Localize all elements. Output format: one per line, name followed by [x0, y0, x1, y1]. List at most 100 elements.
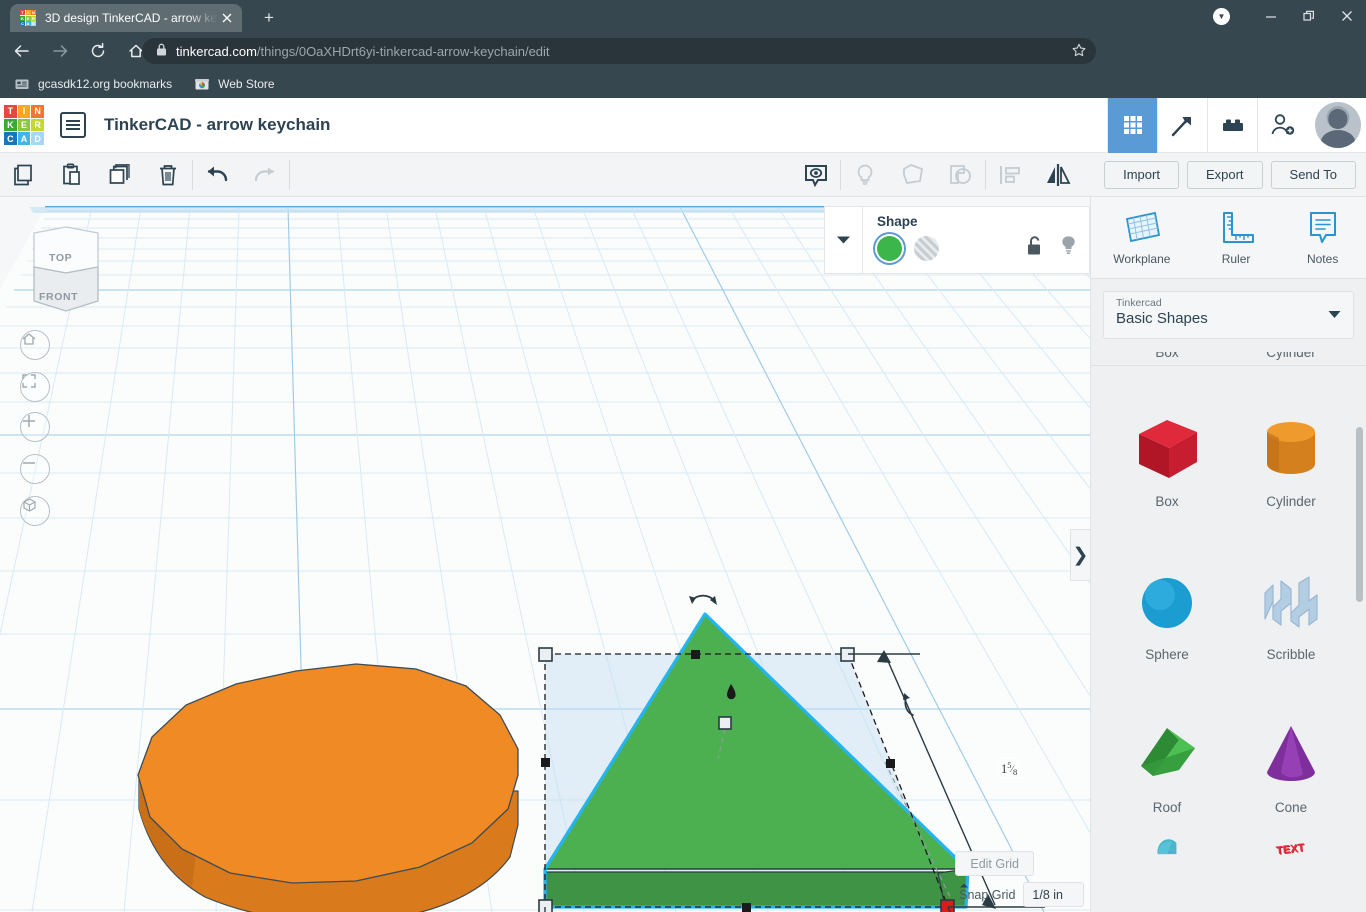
lightbulb-icon[interactable] — [1060, 235, 1077, 261]
import-button[interactable]: Import — [1104, 160, 1179, 189]
shape-roof[interactable]: Roof — [1105, 672, 1229, 825]
restore-button[interactable] — [1290, 0, 1328, 32]
browser-navbar: tinkercad.com/things/0OaXHDrt6yi-tinkerc… — [0, 32, 1366, 92]
shape-cylinder[interactable]: Cylinder — [1229, 366, 1353, 519]
undo-icon[interactable] — [193, 153, 241, 197]
shape-label: Cylinder — [1266, 494, 1316, 509]
profile-chevron-badge[interactable]: ▼ — [1213, 7, 1230, 25]
tab-title: 3D design TinkerCAD - arrow key — [45, 11, 218, 25]
ruler-tool-label: Ruler — [1221, 252, 1251, 266]
window-controls: ▼ — [1213, 0, 1366, 32]
new-tab-button[interactable]: + — [256, 7, 282, 29]
codeblocks-tab[interactable] — [1157, 97, 1207, 153]
shape-properties-panel: Shape — [824, 206, 1090, 274]
redo-icon — [241, 153, 289, 197]
solid-green-swatch[interactable] — [877, 235, 902, 261]
shape-label: Cone — [1274, 800, 1308, 815]
library-source-label: Tinkercad — [1116, 297, 1162, 309]
workplane-icon — [1125, 211, 1160, 243]
bookmark-gcasdk12[interactable]: gcasdk12.org bookmarks — [14, 76, 172, 92]
perspective-toggle-button[interactable] — [20, 496, 50, 526]
shapes-sidebar: Workplane Ruler Notes Tinkercad Basic Sh… — [1090, 197, 1366, 912]
forward-icon[interactable] — [44, 35, 76, 67]
shape-label: Roof — [1152, 800, 1182, 815]
shape-label: Scribble — [1266, 647, 1316, 662]
export-button[interactable]: Export — [1186, 160, 1263, 189]
shape-text[interactable]: TEXT TEXT — [1229, 825, 1353, 865]
panel-collapse-button[interactable]: ❯ — [1070, 529, 1090, 581]
group-icon — [889, 153, 937, 197]
close-button[interactable] — [1328, 0, 1366, 32]
mirror-icon[interactable] — [1034, 153, 1082, 197]
fit-view-button[interactable] — [20, 372, 50, 402]
orange-cylinder-object — [137, 663, 519, 912]
ruler-icon — [1223, 212, 1255, 243]
hole-swatch[interactable] — [914, 235, 939, 261]
home-view-button[interactable] — [20, 330, 50, 360]
zoom-in-button[interactable] — [20, 412, 50, 442]
shape-sphere[interactable]: Sphere — [1105, 519, 1229, 672]
workplane-tool-label: Workplane — [1113, 252, 1171, 266]
address-bar[interactable]: tinkercad.com/things/0OaXHDrt6yi-tinkerc… — [142, 38, 1096, 64]
shape-round-roof[interactable] — [1105, 825, 1229, 865]
shape-panel-collapse-icon[interactable] — [825, 207, 863, 273]
cut-label-cylinder: Cylinder — [1266, 352, 1316, 360]
browser-tab[interactable]: TIN KER CAD 3D design TinkerCAD - arrow … — [10, 4, 242, 32]
align-icon — [986, 153, 1034, 197]
tinkercad-logo[interactable]: TIN KER CAD — [4, 105, 44, 145]
light-icon — [841, 153, 889, 197]
duplicate-icon[interactable] — [96, 153, 144, 197]
unlocked-padlock-icon[interactable] — [1027, 235, 1044, 261]
delete-icon[interactable] — [144, 153, 192, 197]
shape-cone[interactable]: Cone — [1229, 672, 1353, 825]
shape-scribble[interactable]: Scribble — [1229, 519, 1353, 672]
user-avatar[interactable] — [1315, 102, 1361, 148]
copy-icon[interactable] — [0, 153, 48, 197]
tab-close-icon[interactable] — [218, 9, 236, 27]
bookmark-web-store[interactable]: Web Store — [194, 76, 275, 92]
ruler-tool[interactable]: Ruler — [1215, 209, 1257, 266]
dimension-label-right: 15⁄8 — [996, 758, 1023, 779]
back-icon[interactable] — [6, 35, 38, 67]
toolbar-divider — [289, 159, 290, 190]
lock-icon — [156, 43, 167, 59]
tinkercad-favicon: TIN KER CAD — [20, 10, 36, 26]
height-handle — [718, 716, 732, 730]
edit-toolbar: Import Export Send To — [0, 153, 1366, 197]
zoom-out-button[interactable] — [20, 454, 50, 484]
sendto-button[interactable]: Send To — [1270, 160, 1356, 189]
snap-grid-label: Snap Grid — [959, 887, 1016, 902]
reload-icon[interactable] — [82, 35, 114, 67]
chrome-web-store-icon — [194, 76, 210, 92]
viewcube-top-label: TOP — [49, 252, 73, 264]
canvas-scene — [0, 197, 1090, 912]
workplane-tool[interactable]: Workplane — [1113, 209, 1170, 266]
list-menu-icon[interactable] — [60, 112, 86, 138]
bookmarks-bar: gcasdk12.org bookmarks Web Store — [0, 69, 1366, 98]
paste-icon[interactable] — [48, 153, 96, 197]
shape-box[interactable]: Box — [1105, 366, 1229, 519]
shape-library-grid[interactable]: Box Cylinder Box Cylinder Sphere Scribbl… — [1091, 352, 1366, 912]
grid-view-tab[interactable] — [1107, 97, 1157, 153]
bookmark-star-icon[interactable] — [1072, 43, 1086, 60]
workplane-canvas[interactable]: TOP FRONT 15⁄8 15⁄8 ❯ Edit Grid — [0, 197, 1090, 912]
viewcube-front-label: FRONT — [39, 291, 79, 303]
bookmark-label: gcasdk12.org bookmarks — [38, 76, 173, 91]
sidebar-tools: Workplane Ruler Notes — [1091, 197, 1366, 279]
show-hide-icon[interactable] — [792, 153, 840, 197]
edit-grid-button[interactable]: Edit Grid — [955, 851, 1034, 876]
notes-tool[interactable]: Notes — [1302, 209, 1344, 266]
folder-bookmark-icon — [14, 76, 30, 92]
action-buttons: Import Export Send To — [1104, 160, 1356, 189]
add-user-tab[interactable] — [1257, 97, 1307, 153]
blocks-tab[interactable] — [1207, 97, 1257, 153]
snap-grid-value: 1/8 in — [1032, 887, 1063, 902]
ungroup-icon — [937, 153, 985, 197]
browser-titlebar: TIN KER CAD 3D design TinkerCAD - arrow … — [0, 0, 1366, 32]
snap-grid-select[interactable]: 1/8 in — [960, 882, 1084, 907]
app-header: TIN KER CAD TinkerCAD - arrow keychain — [0, 97, 1366, 153]
sidebar-scrollbar[interactable] — [1356, 427, 1363, 602]
svg-text:TEXT: TEXT — [1275, 842, 1305, 855]
minimize-button[interactable] — [1252, 0, 1290, 32]
shape-library-select[interactable]: Tinkercad Basic Shapes — [1103, 291, 1354, 339]
